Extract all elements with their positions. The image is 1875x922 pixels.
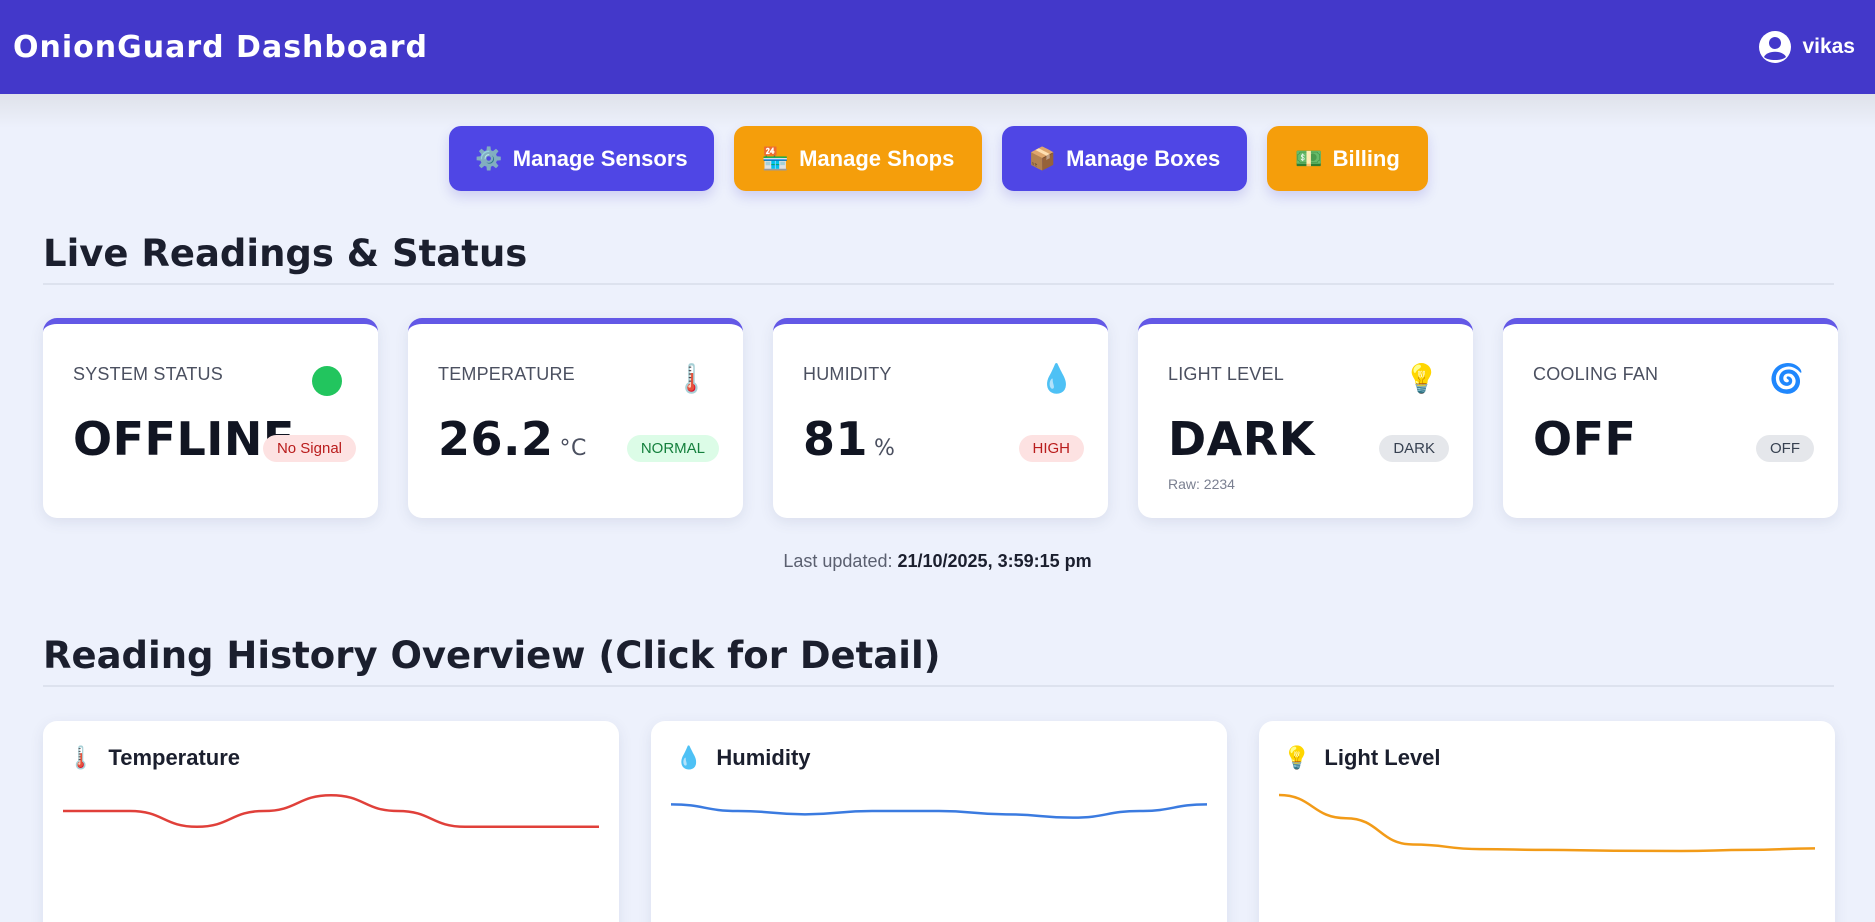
thermometer-icon: 🌡️ (674, 363, 709, 394)
system-status-value: OFFLINE (73, 412, 295, 466)
cooling-fan-value: OFF (1533, 412, 1637, 466)
card-label: COOLING FAN (1533, 364, 1659, 384)
gear-icon: ⚙️ (475, 145, 503, 171)
temperature-unit: °C (559, 436, 587, 461)
last-updated-value: 21/10/2025, 3:59:15 pm (897, 551, 1092, 571)
chart-title: Temperature (108, 745, 241, 770)
status-badge: NORMAL (626, 435, 719, 462)
card-value: 81% (803, 412, 895, 466)
temperature-chart-card[interactable]: 🌡️ Temperature (43, 721, 619, 922)
thermometer-icon: 🌡️ (67, 745, 95, 770)
card-value: OFF (1533, 412, 1636, 466)
manage-shops-label: Manage Shops (799, 145, 955, 171)
history-charts: 🌡️ Temperature 💧 Humidity 💡 Light Level (43, 721, 1835, 922)
card-label: SYSTEM STATUS (73, 364, 223, 384)
status-dot-icon (312, 366, 342, 396)
card-value: 26.2 °C (438, 412, 587, 466)
box-icon: 📦 (1028, 145, 1057, 171)
billing-label: Billing (1332, 145, 1400, 171)
fan-icon: 🌀 (1769, 363, 1804, 394)
light-level-card: LIGHT LEVEL 💡 DARK Raw: 2234 DARK (1138, 318, 1473, 518)
chart-header: 💡 Light Level (1283, 745, 1441, 771)
user-menu[interactable]: vikas (1758, 30, 1855, 64)
light-raw-value: Raw: 2234 (1168, 476, 1235, 492)
humidity-value: 81 (803, 412, 869, 466)
droplet-icon: 💧 (675, 745, 703, 770)
top-navbar: OnionGuard Dashboard vikas (0, 0, 1875, 94)
system-status-card: SYSTEM STATUS OFFLINE No Signal (43, 318, 378, 518)
status-badge: OFF (1756, 435, 1814, 462)
status-badge: No Signal (262, 435, 356, 462)
status-cards: SYSTEM STATUS OFFLINE No Signal TEMPERAT… (43, 318, 1838, 518)
history-title: Reading History Overview (Click for Deta… (43, 634, 1834, 687)
manage-shops-button[interactable]: 🏪 Manage Shops (734, 126, 982, 191)
card-label: TEMPERATURE (438, 364, 575, 384)
chart-title: Humidity (716, 745, 811, 770)
temperature-chart (63, 793, 599, 829)
shop-icon: 🏪 (761, 145, 790, 171)
lightbulb-icon: 💡 (1404, 363, 1439, 394)
action-buttons: ⚙️ Manage Sensors 🏪 Manage Shops 📦 Manag… (449, 126, 1428, 191)
series-line (671, 803, 1207, 819)
light-level-value: DARK (1168, 412, 1315, 466)
manage-sensors-label: Manage Sensors (512, 145, 688, 171)
status-badge: HIGH (1018, 435, 1084, 462)
card-value: OFFLINE (73, 412, 295, 466)
last-updated-label: Last updated: (783, 551, 893, 571)
temperature-value: 26.2 (438, 412, 554, 466)
app-title: OnionGuard Dashboard (13, 29, 429, 65)
light-level-chart-card[interactable]: 💡 Light Level (1259, 721, 1835, 922)
humidity-card: HUMIDITY 💧 81% HIGH (773, 318, 1108, 518)
billing-button[interactable]: 💵 Billing (1267, 126, 1428, 191)
username: vikas (1802, 35, 1855, 58)
user-avatar-icon (1759, 31, 1792, 63)
live-readings-title: Live Readings & Status (43, 232, 1834, 285)
humidity-chart-card[interactable]: 💧 Humidity (651, 721, 1227, 922)
chart-header: 🌡️ Temperature (67, 745, 240, 771)
header-shadow (0, 94, 1875, 128)
temperature-card: TEMPERATURE 🌡️ 26.2 °C NORMAL (408, 318, 743, 518)
series-line (63, 793, 599, 829)
card-label: HUMIDITY (803, 364, 892, 384)
last-updated: Last updated: 21/10/2025, 3:59:15 pm (0, 551, 1875, 572)
series-line (1279, 793, 1815, 853)
manage-sensors-button[interactable]: ⚙️ Manage Sensors (449, 126, 714, 191)
droplet-icon: 💧 (1039, 363, 1074, 394)
card-value: DARK (1168, 412, 1315, 466)
cooling-fan-card: COOLING FAN 🌀 OFF OFF (1503, 318, 1838, 518)
manage-boxes-label: Manage Boxes (1066, 145, 1221, 171)
status-badge: DARK (1379, 435, 1449, 462)
light-level-chart (1279, 793, 1815, 853)
card-label: LIGHT LEVEL (1168, 364, 1284, 384)
lightbulb-icon: 💡 (1283, 745, 1311, 770)
chart-title: Light Level (1324, 745, 1441, 770)
humidity-chart (671, 803, 1207, 819)
humidity-unit: % (874, 436, 896, 461)
money-icon: 💵 (1295, 145, 1323, 171)
chart-header: 💧 Humidity (675, 745, 811, 771)
manage-boxes-button[interactable]: 📦 Manage Boxes (1002, 126, 1247, 191)
